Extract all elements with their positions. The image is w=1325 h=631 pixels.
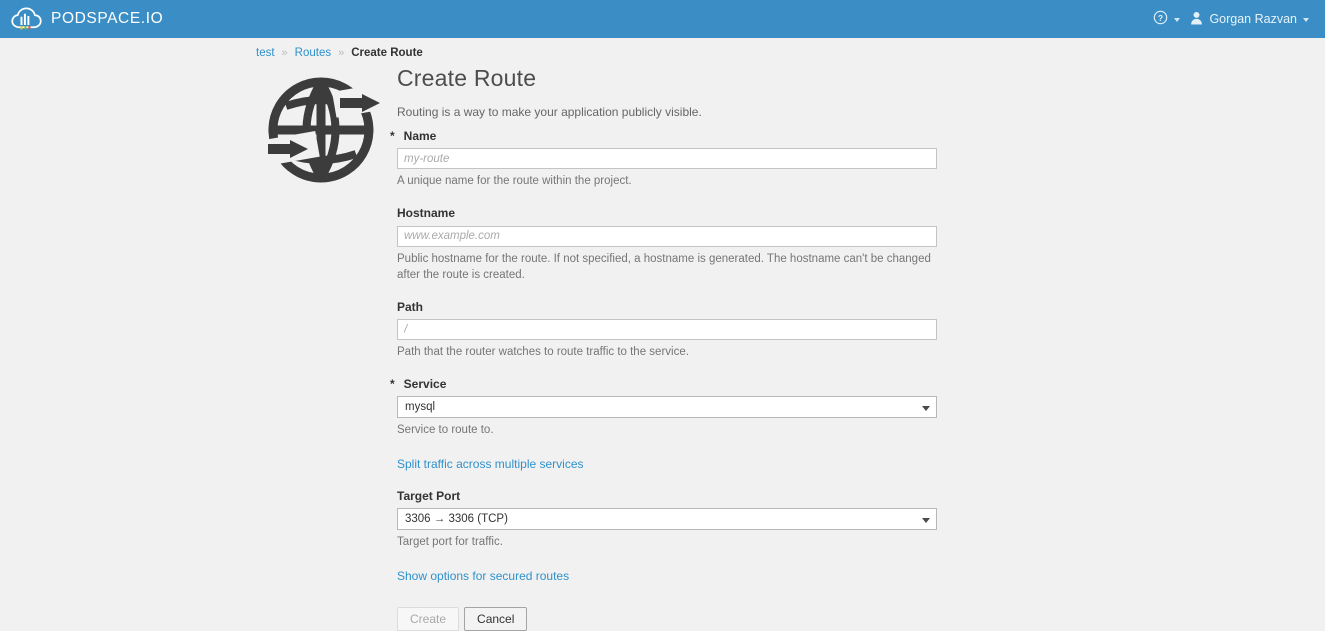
- globe-routing-icon: [264, 74, 386, 186]
- target-port-select-value: 3306 → 3306 (TCP): [405, 512, 508, 525]
- breadcrumb-item-routes[interactable]: Routes: [295, 47, 331, 59]
- label-service: * Service: [390, 376, 937, 391]
- name-input[interactable]: [397, 148, 937, 170]
- required-marker: *: [390, 376, 395, 391]
- svg-text:?: ?: [1158, 13, 1163, 23]
- user-name: Gorgan Razvan: [1209, 12, 1297, 26]
- create-button[interactable]: Create: [397, 607, 460, 631]
- breadcrumb: test » Routes » Create Route: [256, 47, 423, 59]
- create-route-form: Create Route Routing is a way to make yo…: [390, 65, 937, 631]
- field-hostname: Hostname Public hostname for the route. …: [397, 206, 937, 284]
- user-icon: [1190, 11, 1203, 28]
- navbar-right: ? Gorgan Razvan: [1148, 0, 1325, 38]
- page-title: Create Route: [397, 65, 537, 91]
- cancel-button[interactable]: Cancel: [464, 607, 528, 631]
- label-hostname: Hostname: [397, 206, 456, 221]
- split-traffic-row: Split traffic across multiple services: [397, 455, 937, 473]
- form-intro-text: Routing is a way to make your applicatio…: [397, 105, 702, 120]
- hint-path: Path that the router watches to route tr…: [397, 346, 689, 359]
- service-select-wrapper: mysql: [397, 396, 937, 419]
- required-marker: *: [390, 129, 395, 144]
- field-target-port: Target Port 3306 → 3306 (TCP) Target por…: [397, 489, 937, 551]
- page-root: PODSPACE.IO ? Gorgan Razvan test » Route…: [0, 0, 1325, 631]
- show-secured-routes-link[interactable]: Show options for secured routes: [397, 569, 569, 583]
- hint-service: Service to route to.: [397, 424, 494, 437]
- chevron-down-icon: [1303, 18, 1309, 22]
- field-name: * Name A unique name for the route within…: [390, 129, 937, 190]
- top-navbar: PODSPACE.IO ? Gorgan Razvan: [0, 0, 1325, 38]
- target-port-select-wrapper: 3306 → 3306 (TCP): [397, 508, 937, 531]
- field-service: * Service mysql Service to route to.: [390, 376, 937, 439]
- label-service-text: Service: [403, 376, 447, 391]
- target-port-select[interactable]: 3306 → 3306 (TCP): [397, 508, 937, 531]
- brand[interactable]: PODSPACE.IO: [0, 0, 163, 38]
- breadcrumb-separator: »: [338, 47, 345, 59]
- help-menu[interactable]: ?: [1148, 0, 1185, 38]
- brand-text: PODSPACE.IO: [51, 10, 164, 28]
- cloud-logo-icon: [10, 6, 46, 32]
- secured-routes-row: Show options for secured routes: [397, 567, 937, 585]
- label-target-port: Target Port: [397, 489, 461, 504]
- breadcrumb-separator: »: [281, 47, 288, 59]
- service-select[interactable]: mysql: [397, 396, 937, 419]
- service-select-value: mysql: [405, 400, 436, 413]
- breadcrumb-item-test[interactable]: test: [256, 47, 275, 59]
- field-path: Path Path that the router watches to rou…: [397, 300, 937, 361]
- user-menu[interactable]: Gorgan Razvan: [1185, 0, 1314, 38]
- split-traffic-link[interactable]: Split traffic across multiple services: [397, 457, 584, 471]
- hint-hostname: Public hostname for the route. If not sp…: [397, 252, 931, 282]
- chevron-down-icon: [1174, 18, 1181, 22]
- form-actions: Create Cancel: [397, 607, 937, 631]
- help-circle-icon: ?: [1153, 10, 1168, 28]
- label-path: Path: [397, 299, 424, 314]
- path-input[interactable]: [397, 319, 937, 341]
- hint-target-port: Target port for traffic.: [397, 536, 503, 549]
- hint-name: A unique name for the route within the p…: [397, 175, 632, 188]
- hostname-input[interactable]: [397, 225, 937, 247]
- label-name-text: Name: [403, 129, 437, 144]
- breadcrumb-item-create-route: Create Route: [351, 47, 423, 59]
- label-name: * Name: [390, 129, 937, 144]
